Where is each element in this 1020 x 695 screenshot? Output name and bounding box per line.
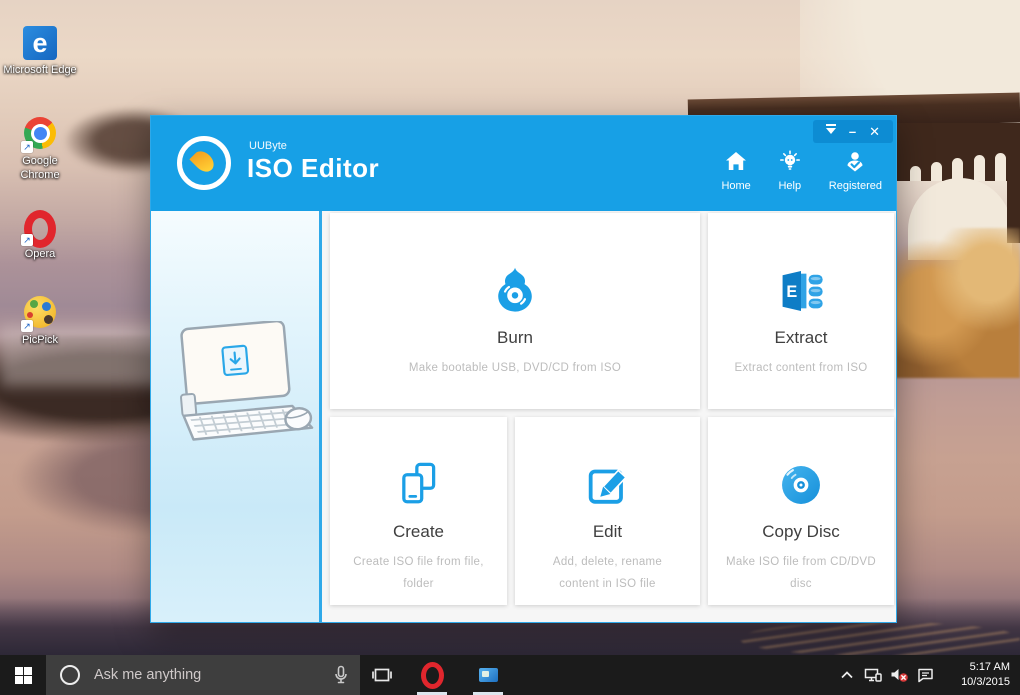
nav-label: Help [778, 180, 801, 192]
network-devices-icon [864, 668, 882, 682]
window-menu-button[interactable] [826, 124, 836, 139]
task-view-button[interactable] [360, 655, 404, 695]
card-title: Burn [497, 328, 533, 348]
shortcut-arrow-icon: ↗ [21, 234, 33, 246]
lightbulb-icon [777, 149, 803, 175]
photos-app-icon [479, 668, 498, 682]
laptop-illustration [156, 321, 314, 444]
home-icon [723, 149, 749, 175]
app-logo-icon [177, 136, 231, 190]
desktop-icon-label: Opera [2, 247, 78, 261]
desktop: e Microsoft Edge ↗ Google Chrome ↗ Opera… [0, 0, 1020, 695]
microphone-icon[interactable] [334, 665, 348, 685]
card-title: Create [393, 522, 444, 542]
copy-disc-card[interactable]: Copy Disc Make ISO file from CD/DVD disc [708, 417, 894, 605]
nav-label: Home [721, 180, 750, 192]
nav-label: Registered [829, 180, 882, 192]
taskbar-clock[interactable]: 5:17 AM 10/3/2015 [938, 655, 1020, 695]
window-header: UUByte ISO Editor Home [151, 116, 896, 211]
create-icon [393, 459, 445, 511]
action-center-button[interactable] [912, 655, 938, 695]
nav-home-button[interactable]: Home [721, 149, 750, 192]
close-button[interactable]: ✕ [869, 125, 880, 138]
bridge-arch [931, 162, 942, 181]
header-nav: Home Help [721, 149, 882, 192]
chevron-up-icon [841, 671, 853, 679]
tray-expand-button[interactable] [834, 655, 860, 695]
bridge-arch [974, 155, 985, 181]
desktop-icon-label: PicPick [2, 333, 78, 347]
copy-disc-icon [775, 459, 827, 511]
wallpaper-ripples [740, 622, 1020, 656]
sidebar [151, 211, 319, 622]
card-title: Copy Disc [762, 522, 839, 542]
desktop-icon-edge[interactable]: e Microsoft Edge [2, 26, 78, 77]
speaker-muted-icon [890, 667, 909, 683]
app-brand: UUByte ISO Editor [247, 140, 379, 184]
tray-volume-button[interactable] [886, 655, 912, 695]
tray-network-button[interactable] [860, 655, 886, 695]
window-controls: – ✕ [813, 120, 893, 143]
shortcut-arrow-icon: ↗ [21, 320, 33, 332]
cortana-search-box[interactable] [46, 655, 360, 695]
iso-editor-window: UUByte ISO Editor Home [150, 115, 897, 623]
window-body: Burn Make bootable USB, DVD/CD from ISO … [151, 211, 896, 622]
nav-registered-button[interactable]: Registered [829, 149, 882, 192]
card-subtitle: Create ISO file from file, folder [330, 552, 507, 596]
taskbar-spacer [516, 655, 834, 695]
clock-time: 5:17 AM [938, 660, 1010, 675]
extract-icon: E [775, 265, 827, 317]
svg-text:E: E [786, 283, 797, 301]
clock-date: 10/3/2015 [938, 675, 1010, 690]
flame-icon [189, 147, 217, 175]
extract-card[interactable]: E Extract Extract content from ISO [708, 213, 894, 409]
card-subtitle: Make ISO file from CD/DVD disc [708, 552, 894, 596]
burn-card[interactable]: Burn Make bootable USB, DVD/CD from ISO [330, 213, 700, 409]
main-panel: Burn Make bootable USB, DVD/CD from ISO … [322, 211, 896, 622]
app-title: ISO Editor [247, 153, 379, 184]
windows-logo-icon [15, 667, 32, 684]
taskbar-photos-button[interactable] [460, 655, 516, 695]
card-title: Extract [775, 328, 828, 348]
desktop-icon-opera[interactable]: ↗ Opera [2, 206, 78, 261]
desktop-icon-chrome[interactable]: ↗ Google Chrome [2, 116, 78, 183]
desktop-icon-picpick[interactable]: ↗ PicPick [2, 295, 78, 347]
desktop-icon-label: Google Chrome [2, 154, 78, 183]
opera-icon [421, 662, 444, 689]
bridge-arch [910, 166, 921, 181]
taskbar-opera-button[interactable] [404, 655, 460, 695]
task-view-icon [372, 667, 392, 683]
card-subtitle: Add, delete, rename content in ISO file [516, 552, 700, 596]
company-name: UUByte [249, 140, 379, 152]
burn-icon [489, 265, 541, 317]
registered-user-icon [842, 149, 868, 175]
card-title: Edit [593, 522, 622, 542]
shortcut-arrow-icon: ↗ [21, 141, 33, 153]
edge-icon: e [23, 26, 57, 60]
dropdown-triangle-icon [826, 128, 836, 139]
desktop-icon-label: Microsoft Edge [2, 63, 78, 77]
minimize-button[interactable]: – [849, 125, 856, 138]
taskbar: 5:17 AM 10/3/2015 [0, 655, 1020, 695]
edit-icon [582, 459, 634, 511]
wallpaper-golden-trees [896, 228, 1020, 378]
bridge-arch [995, 153, 1006, 181]
card-subtitle: Make bootable USB, DVD/CD from ISO [393, 358, 637, 380]
search-input[interactable] [92, 666, 334, 684]
cortana-icon [60, 665, 80, 685]
edit-card[interactable]: Edit Add, delete, rename content in ISO … [515, 417, 700, 605]
notification-icon [917, 668, 934, 683]
nav-help-button[interactable]: Help [777, 149, 803, 192]
start-button[interactable] [0, 655, 46, 695]
create-card[interactable]: Create Create ISO file from file, folder [330, 417, 507, 605]
card-subtitle: Extract content from ISO [718, 358, 883, 380]
wallpaper-bridge-arcade [896, 123, 1020, 181]
